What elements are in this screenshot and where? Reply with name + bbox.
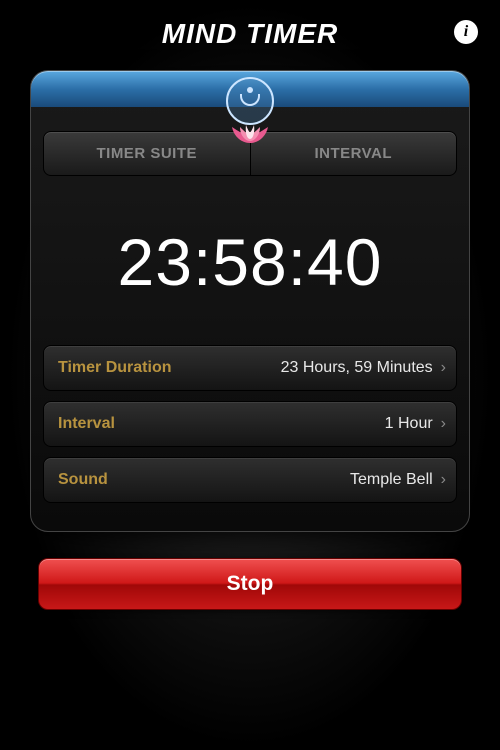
setting-label: Interval <box>58 415 115 433</box>
time-display: 23:58:40 <box>31 184 469 345</box>
setting-sound[interactable]: Sound Temple Bell › <box>43 457 457 503</box>
chevron-right-icon: › <box>441 359 446 377</box>
setting-interval[interactable]: Interval 1 Hour › <box>43 401 457 447</box>
setting-label: Timer Duration <box>58 359 172 377</box>
timer-card: TIMER SUITE INTERVAL 23:58:40 Timer Dura… <box>30 70 470 532</box>
setting-value: 23 Hours, 59 Minutes <box>281 359 433 377</box>
info-icon[interactable]: i <box>454 20 478 44</box>
app-header: MIND TIMER i <box>0 0 500 60</box>
setting-value: Temple Bell <box>350 471 433 489</box>
card-header-bar <box>31 71 469 107</box>
chevron-right-icon: › <box>441 415 446 433</box>
stop-button[interactable]: Stop <box>38 558 462 610</box>
setting-timer-duration[interactable]: Timer Duration 23 Hours, 59 Minutes › <box>43 345 457 391</box>
app-title: MIND TIMER <box>162 18 338 50</box>
setting-label: Sound <box>58 471 108 489</box>
setting-value: 1 Hour <box>385 415 433 433</box>
settings-list: Timer Duration 23 Hours, 59 Minutes › In… <box>31 345 469 531</box>
chevron-right-icon: › <box>441 471 446 489</box>
lotus-logo-icon <box>219 77 281 139</box>
